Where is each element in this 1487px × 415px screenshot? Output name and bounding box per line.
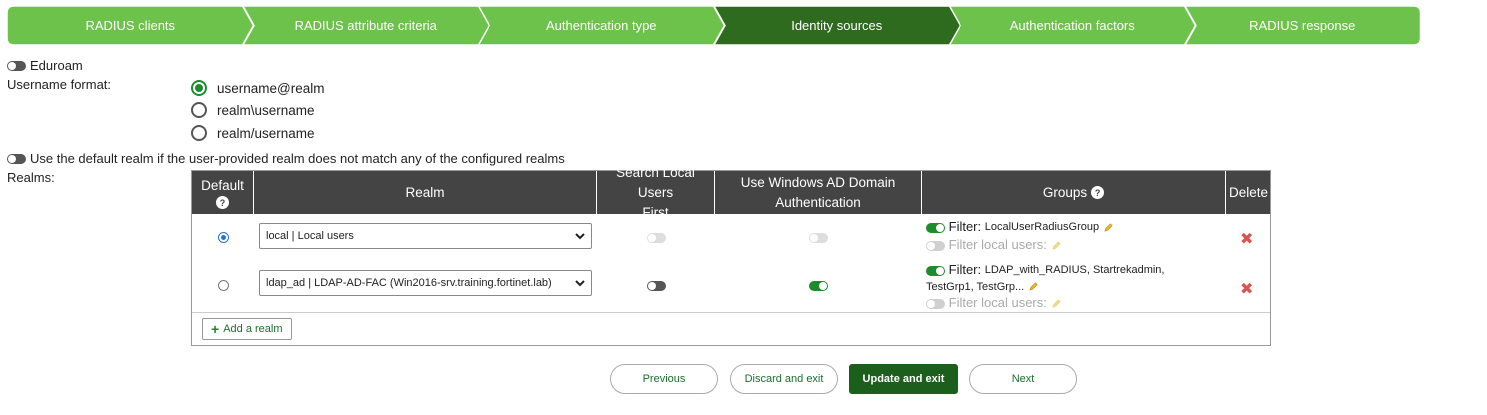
filter-local-label: Filter local users: (948, 237, 1047, 252)
filter-local-toggle[interactable] (926, 240, 945, 251)
wizard-step-radius-attribute-criteria[interactable]: RADIUS attribute criteria (242, 6, 489, 45)
chevron-down-icon (575, 280, 585, 287)
add-realm-label: Add a realm (223, 323, 283, 335)
wizard-step-label: Identity sources (791, 18, 883, 33)
table-header: Default ? Realm Search Local Users First… (192, 165, 1271, 220)
default-radio[interactable] (218, 280, 229, 291)
default-realm-label: Use the default realm if the user-provid… (30, 151, 565, 166)
option-label: realm\username (217, 102, 315, 118)
discard-button[interactable]: Discard and exit (730, 364, 838, 394)
realm-select[interactable]: local | Local users (259, 223, 592, 249)
edit-icon[interactable] (1028, 281, 1039, 292)
wizard-step-radius-response[interactable]: RADIUS response (1184, 6, 1420, 45)
chevron-down-icon (575, 233, 585, 240)
table-row: ldap_ad | LDAP-AD-FAC (Win2016-srv.train… (192, 262, 1270, 312)
wizard-step-label: RADIUS clients (85, 18, 176, 33)
wizard-step-radius-clients[interactable]: RADIUS clients (7, 6, 254, 45)
col-groups: Groups ? (922, 171, 1226, 214)
wizard-step-label: Authentication type (545, 18, 657, 33)
filter-local-toggle[interactable] (926, 298, 945, 309)
eduroam-row: Eduroam (7, 58, 83, 73)
filter-value: LDAP_with_RADIUS, Startrekadmin, (984, 264, 1165, 276)
previous-button[interactable]: Previous (610, 364, 718, 394)
radio-realm-backslash-username[interactable] (191, 102, 207, 118)
plus-icon: + (211, 321, 220, 337)
default-realm-toggle[interactable] (7, 153, 26, 164)
option-label: username@realm (217, 80, 325, 96)
wizard-step-label: Authentication factors (1009, 18, 1135, 33)
groups-cell: Filter: LDAP_with_RADIUS, Startrekadmin,… (926, 262, 1226, 311)
filter-label: Filter: (948, 262, 982, 277)
filter-toggle[interactable] (926, 222, 945, 233)
col-default: Default ? (192, 171, 254, 214)
use-ad-toggle[interactable] (809, 281, 828, 291)
col-search-local: Search Local Users First (597, 165, 715, 220)
radio-realm-slash-username[interactable] (191, 125, 207, 141)
groups-cell: Filter: LocalUserRadiusGroup Filter loca… (926, 219, 1226, 253)
search-local-toggle[interactable] (647, 233, 666, 243)
col-realm-label: Realm (405, 184, 445, 200)
table-row: local | Local users Filter: LocalUserRad… (192, 214, 1270, 262)
col-delete: Delete (1226, 171, 1271, 214)
eduroam-toggle[interactable] (7, 60, 26, 71)
filter-value-continued: TestGrp1, TestGrp... (926, 281, 1025, 293)
wizard-step-identity-sources[interactable]: Identity sources (713, 6, 960, 45)
edit-icon[interactable] (1051, 298, 1062, 309)
col-use-ad-line1: Use Windows AD Domain (740, 174, 896, 190)
wizard-step-label: RADIUS attribute criteria (294, 18, 437, 33)
edit-icon[interactable] (1051, 240, 1062, 251)
username-format-option-1[interactable]: username@realm (191, 80, 325, 96)
delete-icon[interactable]: ✖ (1240, 279, 1253, 299)
col-search-local-line1: Search Local Users (616, 164, 695, 200)
eduroam-label: Eduroam (30, 58, 83, 73)
realm-select[interactable]: ldap_ad | LDAP-AD-FAC (Win2016-srv.train… (259, 270, 592, 296)
col-use-ad: Use Windows AD Domain Authentication (715, 171, 922, 214)
filter-toggle[interactable] (926, 265, 945, 276)
username-format-option-3[interactable]: realm/username (191, 125, 315, 141)
col-delete-label: Delete (1228, 184, 1269, 200)
wizard-step-authentication-factors[interactable]: Authentication factors (949, 6, 1196, 45)
username-format-option-2[interactable]: realm\username (191, 102, 315, 118)
realm-select-value: ldap_ad | LDAP-AD-FAC (Win2016-srv.train… (266, 277, 552, 289)
realms-label: Realms: (7, 170, 55, 185)
edit-icon[interactable] (1103, 222, 1114, 233)
col-groups-label: Groups (1042, 184, 1088, 200)
use-ad-toggle[interactable] (809, 233, 828, 243)
default-realm-row: Use the default realm if the user-provid… (7, 151, 565, 166)
next-button[interactable]: Next (969, 364, 1077, 394)
search-local-toggle[interactable] (647, 281, 666, 291)
username-format-label: Username format: (7, 77, 112, 92)
wizard-step-authentication-type[interactable]: Authentication type (478, 6, 725, 45)
filter-label: Filter: (948, 219, 982, 234)
option-label: realm/username (217, 125, 315, 141)
radio-username-at-realm[interactable] (191, 80, 207, 96)
update-exit-button[interactable]: Update and exit (849, 364, 958, 394)
realm-select-value: local | Local users (266, 230, 354, 242)
filter-local-label: Filter local users: (948, 295, 1047, 310)
row-divider (192, 312, 1270, 313)
add-realm-button[interactable]: + Add a realm (202, 318, 292, 340)
wizard-steps: RADIUS clients RADIUS attribute criteria A… (7, 6, 1420, 45)
col-use-ad-line2: Authentication (775, 194, 861, 210)
col-realm: Realm (254, 171, 597, 214)
help-icon[interactable]: ? (216, 196, 229, 209)
realms-table: Default ? Realm Search Local Users First… (191, 165, 1271, 346)
help-icon[interactable]: ? (1091, 186, 1105, 199)
default-radio[interactable] (218, 232, 229, 243)
filter-value: LocalUserRadiusGroup (984, 221, 1100, 233)
delete-icon[interactable]: ✖ (1240, 229, 1253, 249)
wizard-step-label: RADIUS response (1249, 18, 1356, 33)
